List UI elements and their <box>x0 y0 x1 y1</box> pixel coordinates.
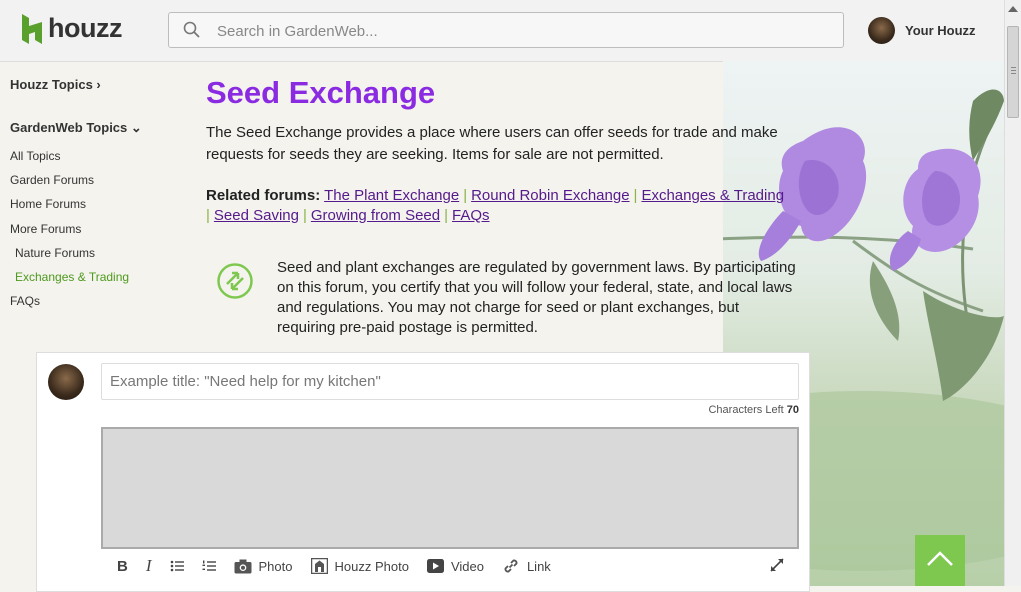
gardenweb-topics-toggle[interactable]: GardenWeb Topics ⌄ <box>10 120 142 136</box>
video-icon <box>426 559 444 573</box>
link-icon <box>504 559 518 573</box>
sidebar-item-exchanges-trading[interactable]: Exchanges & Trading <box>15 270 129 284</box>
photo-button[interactable]: Photo <box>234 559 293 574</box>
houzz-photo-button[interactable]: Houzz Photo <box>310 558 409 574</box>
your-houzz-menu[interactable]: Your Houzz <box>868 17 976 44</box>
page-title: Seed Exchange <box>206 75 436 110</box>
grip-line <box>1011 67 1016 68</box>
logo-text: houzz <box>48 13 122 43</box>
bullet-list-icon <box>170 560 184 572</box>
related-forums-label: Related forums: <box>206 187 321 204</box>
bold-button[interactable]: B <box>117 558 128 575</box>
link-button[interactable]: Link <box>502 557 551 575</box>
characters-left: Characters Left 70 <box>708 404 799 416</box>
user-avatar[interactable] <box>868 17 895 44</box>
characters-left-label: Characters Left <box>708 404 784 416</box>
chevron-up-icon <box>927 551 953 566</box>
post-body-editor[interactable] <box>101 427 799 549</box>
sidebar-item-all-topics[interactable]: All Topics <box>10 149 60 163</box>
expand-editor-button[interactable] <box>769 557 785 576</box>
exchange-arrows-icon <box>217 263 253 299</box>
related-link-exchanges-trading[interactable]: Exchanges & Trading <box>641 187 784 204</box>
related-forums: Related forums: The Plant Exchange | Round… <box>206 186 806 226</box>
related-link-round-robin[interactable]: Round Robin Exchange <box>471 187 629 204</box>
separator: | <box>633 187 638 204</box>
sidebar-item-nature-forums[interactable]: Nature Forums <box>15 246 95 260</box>
composer-avatar <box>48 364 84 400</box>
houzz-photo-icon <box>310 558 328 574</box>
related-link-plant-exchange[interactable]: The Plant Exchange <box>324 187 459 204</box>
separator: | <box>444 207 449 224</box>
camera-icon <box>234 559 252 573</box>
new-post-composer: Characters Left 70 B I <box>36 352 810 592</box>
back-to-top-button[interactable] <box>915 535 965 586</box>
expand-icon <box>770 558 784 572</box>
related-link-seed-saving[interactable]: Seed Saving <box>214 207 299 224</box>
bold-icon: B <box>117 557 128 575</box>
bullet-list-button[interactable] <box>170 560 184 572</box>
grip-line <box>1011 70 1016 71</box>
search-input[interactable] <box>215 19 819 43</box>
separator: | <box>463 187 468 204</box>
houzz-logo[interactable]: houzz <box>22 13 122 44</box>
photo-label: Photo <box>258 558 293 574</box>
related-link-faqs[interactable]: FAQs <box>452 207 490 224</box>
sidebar-item-faqs[interactable]: FAQs <box>10 294 40 308</box>
notice-text: Seed and plant exchanges are regulated b… <box>277 259 796 336</box>
video-button[interactable]: Video <box>426 558 484 574</box>
sidebar-item-home-forums[interactable]: Home Forums <box>10 197 86 211</box>
italic-icon: I <box>145 556 152 575</box>
video-label: Video <box>450 558 484 574</box>
numbered-list-button[interactable] <box>202 560 216 572</box>
search-box[interactable] <box>168 12 844 48</box>
separator: | <box>206 207 210 224</box>
houzz-topics-toggle[interactable]: Houzz Topics › <box>10 77 101 92</box>
post-title-input[interactable] <box>101 363 799 400</box>
scroll-thumb[interactable] <box>1007 26 1019 118</box>
grip-line <box>1011 73 1016 74</box>
scroll-up-arrow-icon[interactable] <box>1008 6 1018 12</box>
houzz-logo-icon <box>22 13 42 44</box>
your-houzz-label[interactable]: Your Houzz <box>905 23 976 38</box>
search-icon <box>183 21 200 38</box>
houzz-photo-label: Houzz Photo <box>334 558 409 574</box>
sidebar-item-garden-forums[interactable]: Garden Forums <box>10 173 94 187</box>
forum-description: The Seed Exchange provides a place where… <box>206 124 778 163</box>
top-header: houzz Your Houzz <box>0 0 1004 62</box>
editor-toolbar: B I Photo Houzz Photo Video Link <box>101 551 799 581</box>
page-scrollbar[interactable] <box>1004 0 1021 586</box>
separator: | <box>302 207 307 224</box>
characters-left-count: 70 <box>786 404 799 416</box>
sidebar-item-more-forums[interactable]: More Forums <box>10 222 81 236</box>
related-link-growing-from-seed[interactable]: Growing from Seed <box>311 207 440 224</box>
italic-button[interactable]: I <box>146 556 152 576</box>
numbered-list-icon <box>202 560 216 571</box>
link-label: Link <box>526 558 551 574</box>
